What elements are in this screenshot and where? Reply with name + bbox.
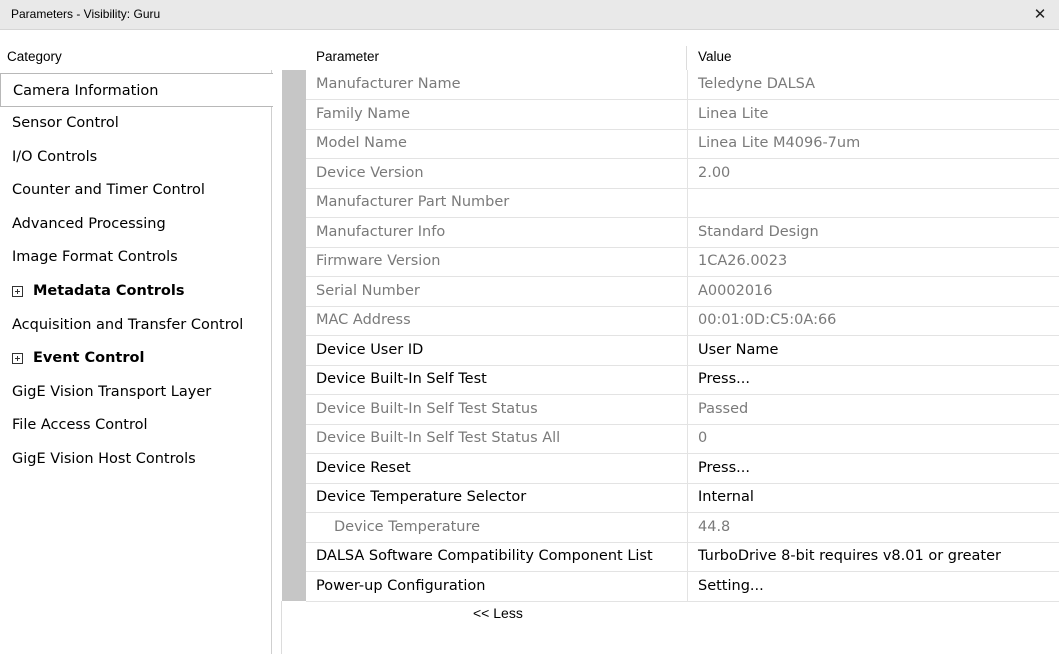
parameter-name-cell: Device User ID — [306, 335, 688, 365]
category-item[interactable]: GigE Vision Host Controls — [0, 442, 272, 476]
category-item-label: Advanced Processing — [12, 216, 166, 232]
parameter-name-cell: MAC Address — [306, 306, 688, 335]
category-item-label: Acquisition and Transfer Control — [12, 317, 244, 333]
parameter-name-cell: Device Temperature Selector — [306, 483, 688, 512]
category-list: Camera Information Sensor Control I/O Cont… — [0, 70, 273, 654]
parameter-row[interactable]: Device Version 2.00 — [306, 158, 1059, 189]
category-item-label: Image Format Controls — [12, 249, 178, 265]
value-column-header[interactable]: Value — [688, 46, 1059, 70]
parameter-value-cell[interactable]: Press... — [688, 454, 1059, 483]
category-item[interactable]: Advanced Processing — [0, 207, 272, 241]
less-button[interactable]: << Less — [473, 605, 523, 621]
category-item[interactable]: Sensor Control — [0, 106, 272, 140]
category-item-label: Camera Information — [13, 83, 159, 99]
category-item[interactable]: Event Control — [0, 341, 272, 375]
category-item-label: GigE Vision Transport Layer — [12, 384, 212, 400]
parameter-name-cell: Family Name — [306, 99, 688, 129]
category-item-label: Sensor Control — [12, 115, 119, 131]
parameter-value-cell: Linea Lite M4096-7um — [698, 135, 861, 151]
parameter-row[interactable]: Device Built-In Self Test Press... — [306, 365, 1059, 395]
category-item[interactable]: GigE Vision Transport Layer — [0, 375, 272, 409]
parameter-row[interactable]: Device User ID User Name — [306, 335, 1059, 366]
parameter-value-cell: 44.8 — [698, 518, 731, 535]
close-icon[interactable]: ✕ — [1029, 3, 1051, 25]
category-item-label: GigE Vision Host Controls — [12, 451, 196, 467]
parameter-value-cell[interactable]: TurboDrive 8-bit requires v8.01 or great… — [688, 542, 1059, 571]
category-item[interactable]: Metadata Controls — [0, 274, 272, 308]
parameter-row[interactable]: Manufacturer Part Number — [306, 188, 1059, 218]
category-item-label: Counter and Timer Control — [12, 182, 205, 198]
category-item[interactable]: Camera Information — [0, 73, 273, 107]
parameter-value-cell[interactable]: Setting... — [688, 572, 1059, 601]
parameter-row[interactable]: Serial Number A0002016 — [306, 276, 1059, 307]
parameter-name-cell: Device Version — [306, 158, 688, 188]
parameter-row[interactable]: Device Built-In Self Test Status Passed — [306, 394, 1059, 425]
parameter-name-cell: Device Built-In Self Test Status — [306, 394, 688, 424]
parameter-value-cell: Standard Design — [698, 223, 819, 240]
parameter-row[interactable]: Device Reset Press... — [306, 453, 1059, 484]
parameter-name-cell: Device Reset — [306, 453, 688, 483]
parameter-row[interactable]: Manufacturer Name Teledyne DALSA — [306, 70, 1059, 100]
parameter-name-cell: Model Name — [306, 129, 688, 158]
category-item-label: Metadata Controls — [33, 283, 185, 299]
value-header-label: Value — [698, 49, 732, 64]
parameter-row[interactable]: Device Temperature 44.8 — [306, 512, 1059, 543]
category-item-label: File Access Control — [12, 417, 148, 433]
category-column-header: Category — [0, 46, 281, 70]
parameter-row[interactable]: MAC Address 00:01:0D:C5:0A:66 — [306, 306, 1059, 336]
category-item[interactable]: Acquisition and Transfer Control — [0, 308, 272, 342]
parameter-row[interactable]: Power-up Configuration Setting... — [306, 571, 1059, 602]
pane-divider — [281, 601, 282, 654]
parameter-name-cell: Serial Number — [306, 276, 688, 306]
parameter-value-cell: 2.00 — [698, 164, 731, 181]
parameter-row[interactable]: Device Temperature Selector Internal — [306, 483, 1059, 513]
parameter-name-cell: Device Built-In Self Test Status All — [306, 424, 688, 453]
parameter-value-cell[interactable]: Press... — [688, 365, 1059, 394]
row-header-gutter — [282, 70, 306, 601]
parameter-row[interactable]: Firmware Version 1CA26.0023 — [306, 247, 1059, 277]
category-header-label: Category — [7, 49, 62, 64]
parameter-name-cell: Manufacturer Info — [306, 217, 688, 247]
parameter-value-cell: 0 — [698, 430, 708, 446]
category-item-label: I/O Controls — [12, 149, 98, 165]
parameter-row[interactable]: Manufacturer Info Standard Design — [306, 217, 1059, 248]
category-item[interactable]: File Access Control — [0, 408, 272, 442]
parameter-name-cell: Manufacturer Name — [306, 70, 688, 99]
category-item-label: Event Control — [33, 350, 145, 366]
parameter-name-cell: Power-up Configuration — [306, 571, 688, 601]
parameter-column-header[interactable]: Parameter — [306, 46, 687, 70]
parameter-name-cell: Device Built-In Self Test — [306, 365, 688, 394]
parameter-value-cell: A0002016 — [698, 282, 773, 299]
parameter-value-cell — [688, 188, 1059, 217]
parameter-value-cell[interactable]: User Name — [688, 336, 1059, 365]
category-item[interactable]: Image Format Controls — [0, 240, 272, 274]
expand-plus-icon[interactable] — [12, 285, 23, 297]
parameter-name-cell: Firmware Version — [306, 247, 688, 276]
category-item[interactable]: I/O Controls — [0, 140, 272, 174]
window-titlebar: Parameters - Visibility: Guru ✕ — [0, 0, 1059, 30]
parameter-value-cell: Passed — [698, 400, 749, 417]
parameter-row[interactable]: DALSA Software Compatibility Component L… — [306, 542, 1059, 572]
category-item[interactable]: Counter and Timer Control — [0, 173, 272, 207]
parameter-value-cell: 1CA26.0023 — [698, 253, 788, 269]
parameter-name-cell: Manufacturer Part Number — [306, 188, 688, 217]
parameter-row[interactable]: Model Name Linea Lite M4096-7um — [306, 129, 1059, 159]
parameter-value-cell: Linea Lite — [698, 105, 769, 122]
parameter-name-cell: DALSA Software Compatibility Component L… — [306, 542, 688, 571]
parameter-value-cell: 00:01:0D:C5:0A:66 — [698, 312, 837, 328]
parameter-value-cell[interactable]: Internal — [688, 483, 1059, 512]
parameter-row[interactable]: Device Built-In Self Test Status All 0 — [306, 424, 1059, 454]
window-title: Parameters - Visibility: Guru — [11, 7, 161, 21]
parameter-value-cell: Teledyne DALSA — [698, 76, 816, 92]
parameter-header-label: Parameter — [316, 49, 380, 64]
parameter-row[interactable]: Family Name Linea Lite — [306, 99, 1059, 130]
parameter-name-cell: Device Temperature — [306, 512, 688, 542]
expand-plus-icon[interactable] — [12, 352, 23, 364]
